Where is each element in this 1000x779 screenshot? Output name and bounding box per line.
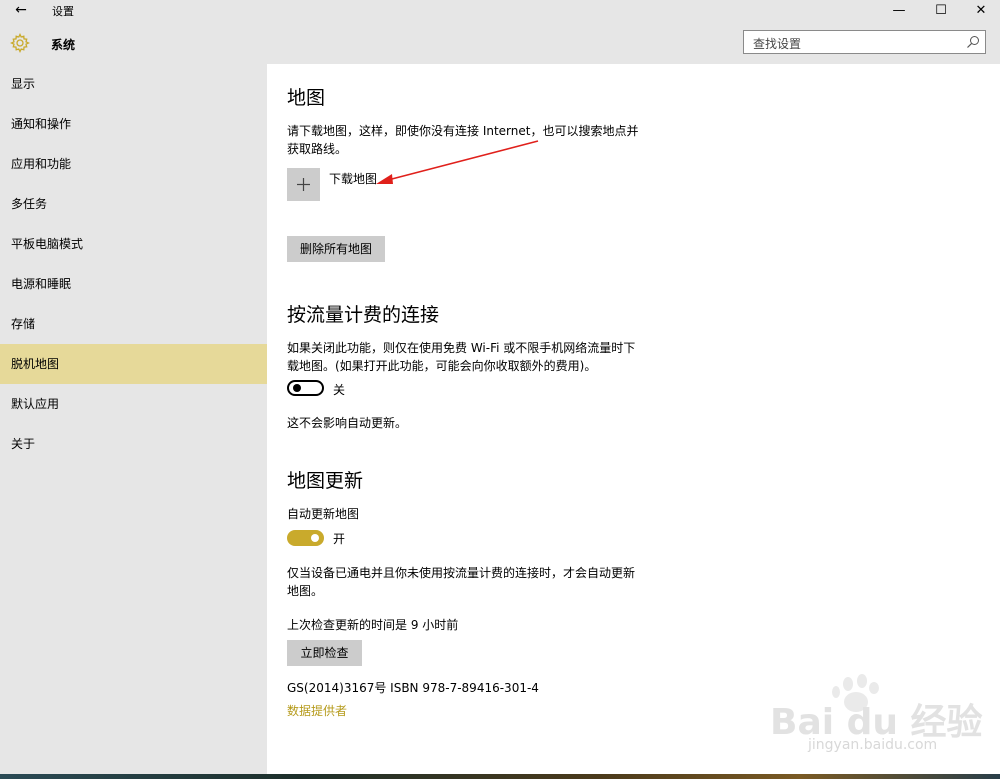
sidebar-item-about[interactable]: 关于	[0, 424, 267, 464]
metered-description-line2: 载地图。(如果打开此功能，可能会向你收取额外的费用)。	[287, 359, 597, 373]
updates-description-line1: 仅当设备已通电并且你未使用按流量计费的连接时，才会自动更新	[287, 566, 636, 580]
back-arrow-icon[interactable]: ←	[12, 2, 30, 18]
search-icon[interactable]	[966, 35, 980, 49]
gear-icon	[10, 33, 30, 53]
search-placeholder: 查找设置	[753, 37, 802, 51]
search-input[interactable]: 查找设置	[743, 30, 986, 54]
updates-description-line2: 地图。	[287, 584, 324, 598]
metered-heading: 按流量计费的连接	[287, 304, 440, 326]
data-providers-link[interactable]: 数据提供者	[287, 702, 347, 719]
watermark-url: jingyan.baidu.com	[808, 737, 938, 753]
sidebar-item-offline-maps[interactable]: 脱机地图	[0, 344, 267, 384]
metered-toggle[interactable]	[287, 380, 324, 396]
check-now-button[interactable]: 立即检查	[287, 640, 362, 666]
title-bar: ← 设置 — ☐ ✕	[0, 0, 1000, 22]
copyright-text: GS(2014)3167号 ISBN 978-7-89416-301-4	[287, 681, 539, 695]
close-button[interactable]: ✕	[962, 0, 1000, 22]
maximize-button[interactable]: ☐	[922, 0, 960, 22]
toggle-knob	[311, 534, 319, 542]
maps-description-line2: 获取路线。	[287, 142, 348, 156]
sidebar-item-storage[interactable]: 存储	[0, 304, 267, 344]
auto-update-toggle[interactable]	[287, 530, 324, 546]
metered-toggle-state: 关	[333, 383, 346, 397]
sidebar-item-default-apps[interactable]: 默认应用	[0, 384, 267, 424]
sidebar-item-tablet-mode[interactable]: 平板电脑模式	[0, 224, 267, 264]
metered-note: 这不会影响自动更新。	[287, 416, 408, 430]
maps-description-line1: 请下载地图，这样，即使你没有连接 Internet，也可以搜索地点并	[287, 124, 639, 138]
desktop-background-strip	[0, 774, 1000, 779]
download-maps-button[interactable]	[287, 168, 320, 201]
main-content: 地图 请下载地图，这样，即使你没有连接 Internet，也可以搜索地点并 获取…	[267, 64, 1000, 774]
sidebar-item-multitasking[interactable]: 多任务	[0, 184, 267, 224]
metered-description-line1: 如果关闭此功能，则仅在使用免费 Wi-Fi 或不限手机网络流量时下	[287, 341, 636, 355]
toggle-knob	[293, 384, 301, 392]
window-title: 设置	[52, 5, 74, 18]
plus-icon	[297, 178, 310, 191]
last-check-text: 上次检查更新的时间是 9 小时前	[287, 618, 459, 632]
download-maps-label[interactable]: 下载地图	[329, 170, 377, 187]
page-title: 系统	[51, 38, 76, 52]
minimize-button[interactable]: —	[880, 0, 918, 22]
delete-all-maps-button[interactable]: 删除所有地图	[287, 236, 385, 262]
sidebar: 显示 通知和操作 应用和功能 多任务 平板电脑模式 电源和睡眠 存储 脱机地图 …	[0, 64, 267, 774]
page-header: 系统 查找设置	[0, 22, 1000, 64]
updates-heading: 地图更新	[287, 470, 364, 492]
sidebar-item-apps-features[interactable]: 应用和功能	[0, 144, 267, 184]
auto-update-label: 自动更新地图	[287, 507, 360, 521]
sidebar-item-display[interactable]: 显示	[0, 64, 267, 104]
sidebar-item-power-sleep[interactable]: 电源和睡眠	[0, 264, 267, 304]
maps-heading: 地图	[287, 87, 326, 109]
auto-update-toggle-state: 开	[333, 532, 346, 546]
sidebar-item-notifications[interactable]: 通知和操作	[0, 104, 267, 144]
